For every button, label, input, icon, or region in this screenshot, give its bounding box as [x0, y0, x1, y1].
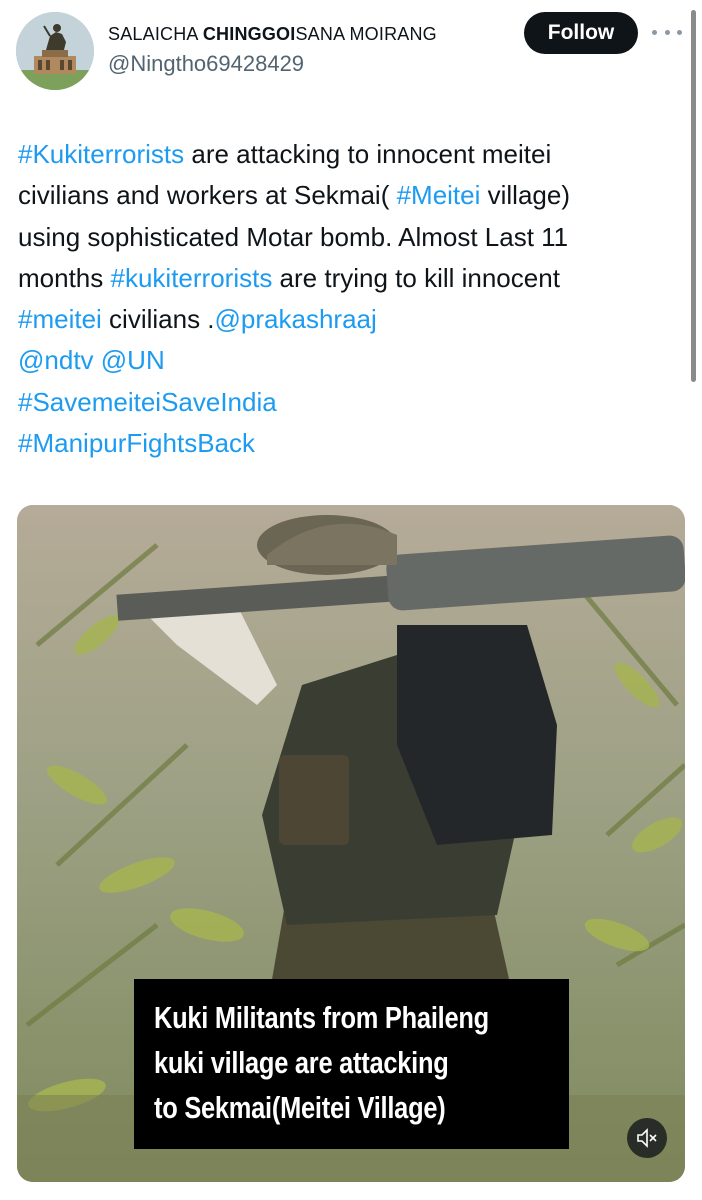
tweet-text-line: @ndtv @UN — [18, 340, 678, 381]
tweet-header: SALAICHA CHINGGOISANA MOIRANG @Ningtho69… — [0, 0, 702, 100]
author-name-bold: CHINGGOI — [202, 24, 296, 44]
avatar-statue-icon[interactable] — [16, 12, 94, 90]
caption-line: Kuki Militants from Phaileng — [154, 1000, 489, 1035]
tweet-text-line: #meitei civilians .@prakashraaj — [18, 299, 678, 340]
mention-link[interactable]: @prakashraaj — [215, 304, 377, 334]
tweet-text-segment: village) — [480, 180, 570, 211]
mention-link[interactable]: @UN — [101, 345, 165, 375]
speaker-muted-icon[interactable] — [627, 1118, 667, 1158]
tweet-text-segment: civilians . — [101, 304, 215, 335]
author-name-prefix: SALAICHA — [108, 24, 203, 44]
tweet-video[interactable]: Kuki Militants from Phaileng kuki villag… — [17, 505, 685, 1182]
hashtag-link[interactable]: #Kukiterrorists — [18, 139, 184, 169]
hashtag-link[interactable]: #Meitei — [397, 180, 481, 210]
caption-line: to Sekmai(Meitei Village) — [154, 1090, 446, 1125]
tweet-text-line: months #kukiterrorists are trying to kil… — [18, 258, 678, 299]
more-options-icon[interactable] — [652, 20, 682, 44]
tweet-text-segment: using sophisticated Motar bomb. Almost L… — [18, 221, 569, 252]
author-name[interactable]: SALAICHA CHINGGOISANA MOIRANG — [108, 24, 437, 45]
tweet-text-line: #Kukiterrorists are attacking to innocen… — [18, 134, 678, 175]
hashtag-link[interactable]: #meitei — [18, 304, 102, 334]
tweet-text-segment: civilians and workers at Sekmai( — [18, 180, 397, 211]
author-handle[interactable]: @Ningtho69428429 — [108, 51, 304, 77]
tweet-text: #Kukiterrorists are attacking to innocen… — [18, 134, 678, 464]
tweet-text-line: civilians and workers at Sekmai( #Meitei… — [18, 175, 678, 216]
video-caption: Kuki Militants from Phaileng kuki villag… — [134, 979, 569, 1149]
tweet-text-line: using sophisticated Motar bomb. Almost L… — [18, 217, 678, 258]
hashtag-link[interactable]: #ManipurFightsBack — [18, 428, 255, 458]
caption-line: kuki village are attacking — [154, 1045, 449, 1080]
hashtag-link[interactable]: #kukiterrorists — [111, 263, 273, 293]
mention-link[interactable]: @ndtv — [18, 345, 94, 375]
tweet-text-segment: are trying to kill innocent — [272, 262, 560, 293]
tweet-text-segment: are attacking to innocent meitei — [184, 139, 552, 169]
tweet-text-line: #SavemeiteiSaveIndia — [18, 382, 678, 423]
author-name-suffix: SANA MOIRANG — [295, 24, 437, 44]
tweet-text-segment: months — [18, 262, 111, 293]
follow-button[interactable]: Follow — [524, 12, 638, 54]
hashtag-link[interactable]: #SavemeiteiSaveIndia — [18, 387, 277, 417]
tweet-text-segment — [94, 345, 101, 375]
scrollbar[interactable] — [691, 10, 696, 382]
tweet-text-line: #ManipurFightsBack — [18, 423, 678, 464]
